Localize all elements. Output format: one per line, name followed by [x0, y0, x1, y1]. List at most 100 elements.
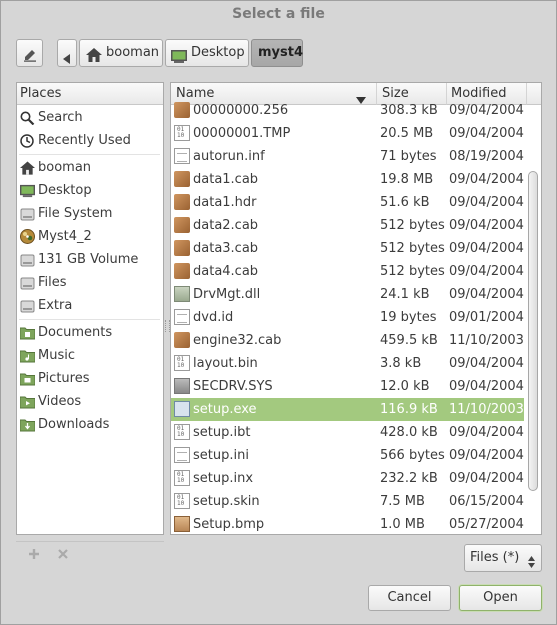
file-size: 3.8 kB	[380, 356, 422, 371]
file-row[interactable]: SECDRV.SYS 12.0 kB 09/04/2004	[171, 375, 524, 398]
path-back-button[interactable]	[57, 39, 77, 67]
file-row[interactable]: setup.ini 566 bytes 09/04/2004	[171, 444, 524, 467]
file-row[interactable]: 01 10 00000001.TMP 20.5 MB 09/04/2004	[171, 122, 524, 145]
file-modified: 09/04/2004	[449, 195, 524, 210]
text-file-icon	[174, 447, 190, 463]
x-icon[interactable]	[57, 548, 69, 564]
sidebar-item-131gb-volume[interactable]: 131 GB Volume	[17, 248, 162, 271]
file-row-selected[interactable]: setup.exe 116.9 kB 11/10/2003	[171, 398, 524, 421]
places-header-label: Places	[20, 86, 62, 101]
file-row[interactable]: autorun.inf 71 bytes 08/19/2004	[171, 145, 524, 168]
file-size: 7.5 MB	[380, 494, 425, 509]
file-name: DrvMgt.dll	[193, 287, 261, 302]
sidebar-item-label: Pictures	[38, 371, 90, 386]
file-type-filter[interactable]: Files (*)	[464, 544, 542, 572]
scrollbar-thumb[interactable]	[528, 171, 538, 491]
sidebar-item-recently-used[interactable]: Recently Used	[17, 129, 162, 152]
text-file-icon	[174, 148, 190, 164]
file-name: dvd.id	[193, 310, 234, 325]
file-size: 1.0 MB	[380, 517, 425, 532]
videos-folder-icon	[19, 394, 36, 409]
binary-file-icon: 01 10	[174, 125, 190, 141]
file-name: data3.cab	[193, 241, 259, 256]
file-size: 19 bytes	[380, 310, 437, 325]
edit-location-button[interactable]	[16, 39, 43, 67]
sidebar-item-documents[interactable]: Documents	[17, 321, 162, 344]
sidebar-item-myst4-2[interactable]: Myst4_2	[17, 225, 162, 248]
file-modified: 09/04/2004	[449, 425, 524, 440]
path-crumb-label: Desktop	[191, 45, 245, 60]
sidebar-item-label: Recently Used	[38, 133, 131, 148]
file-row[interactable]: DrvMgt.dll 24.1 kB 09/04/2004	[171, 283, 524, 306]
file-row[interactable]: Setup.bmp 1.0 MB 05/27/2004	[171, 513, 524, 534]
library-file-icon	[174, 286, 190, 302]
sidebar-item-label: Files	[38, 275, 67, 290]
file-row[interactable]: data1.cab 19.8 MB 09/04/2004	[171, 168, 524, 191]
file-modified: 11/10/2003	[449, 402, 524, 417]
left-arrow-icon	[63, 48, 71, 74]
file-size: 512 bytes	[380, 218, 445, 233]
file-name: autorun.inf	[193, 149, 265, 164]
sidebar-item-label: Documents	[38, 325, 113, 340]
file-size: 459.5 kB	[380, 333, 438, 348]
file-modified: 09/04/2004	[449, 356, 524, 371]
sidebar-item-desktop[interactable]: Desktop	[17, 179, 162, 202]
path-crumb-myst4[interactable]: myst4	[251, 39, 303, 67]
sidebar-item-label: Music	[38, 348, 75, 363]
file-row[interactable]: 00000000.256 308.3 kB 09/04/2004	[171, 99, 524, 122]
places-toolbar	[16, 541, 164, 568]
file-row[interactable]: data2.cab 512 bytes 09/04/2004	[171, 214, 524, 237]
places-separator	[19, 319, 160, 320]
drive-icon	[20, 275, 35, 290]
sidebar-item-pictures[interactable]: Pictures	[17, 367, 162, 390]
vertical-scrollbar[interactable]	[528, 171, 539, 491]
path-crumb-booman[interactable]: booman	[79, 39, 163, 67]
file-modified: 09/04/2004	[449, 172, 524, 187]
plus-icon[interactable]	[28, 548, 40, 564]
home-icon	[86, 46, 102, 72]
file-name: layout.bin	[193, 356, 258, 371]
file-row[interactable]: 01 10 setup.skin 7.5 MB 06/15/2004	[171, 490, 524, 513]
file-modified: 06/15/2004	[449, 494, 524, 509]
file-row[interactable]: data1.hdr 51.6 kB 09/04/2004	[171, 191, 524, 214]
file-row[interactable]: dvd.id 19 bytes 09/01/2004	[171, 306, 524, 329]
file-row[interactable]: 01 10 layout.bin 3.8 kB 09/04/2004	[171, 352, 524, 375]
file-modified: 09/04/2004	[449, 448, 524, 463]
file-row[interactable]: data4.cab 512 bytes 09/04/2004	[171, 260, 524, 283]
file-row[interactable]: 01 10 setup.ibt 428.0 kB 09/04/2004	[171, 421, 524, 444]
file-name: SECDRV.SYS	[193, 379, 273, 394]
archive-icon	[174, 217, 190, 233]
sidebar-item-label: Extra	[38, 298, 73, 313]
file-row[interactable]: engine32.cab 459.5 kB 11/10/2003	[171, 329, 524, 352]
image-file-icon	[174, 516, 190, 532]
sidebar-item-label: booman	[38, 160, 92, 175]
sidebar-item-videos[interactable]: Videos	[17, 390, 162, 413]
path-crumb-desktop[interactable]: Desktop	[165, 39, 249, 67]
pencil-icon	[24, 46, 36, 62]
file-modified: 09/04/2004	[449, 218, 524, 233]
file-name: setup.exe	[193, 402, 257, 417]
sidebar-item-search[interactable]: Search	[17, 106, 162, 129]
sidebar-item-files[interactable]: Files	[17, 271, 162, 294]
file-size: 308.3 kB	[380, 103, 438, 118]
dialog-title: Select a file	[232, 6, 325, 22]
sidebar-item-extra[interactable]: Extra	[17, 294, 162, 317]
file-size: 116.9 kB	[380, 402, 438, 417]
sidebar-item-music[interactable]: Music	[17, 344, 162, 367]
sidebar-item-booman[interactable]: booman	[17, 156, 162, 179]
archive-icon	[174, 102, 190, 118]
file-row[interactable]: 01 10 setup.inx 232.2 kB 09/04/2004	[171, 467, 524, 490]
file-modified: 09/04/2004	[449, 287, 524, 302]
cancel-button[interactable]: Cancel	[368, 585, 451, 611]
sidebar-item-file-system[interactable]: File System	[17, 202, 162, 225]
file-name: setup.ibt	[193, 425, 251, 440]
downloads-folder-icon	[19, 417, 36, 432]
file-size: 20.5 MB	[380, 126, 434, 141]
file-name: Setup.bmp	[193, 517, 265, 532]
sidebar-item-label: 131 GB Volume	[38, 252, 139, 267]
file-modified: 05/27/2004	[449, 517, 524, 532]
file-row[interactable]: data3.cab 512 bytes 09/04/2004	[171, 237, 524, 260]
open-button[interactable]: Open	[459, 585, 542, 611]
file-size: 12.0 kB	[380, 379, 430, 394]
sidebar-item-downloads[interactable]: Downloads	[17, 413, 162, 436]
